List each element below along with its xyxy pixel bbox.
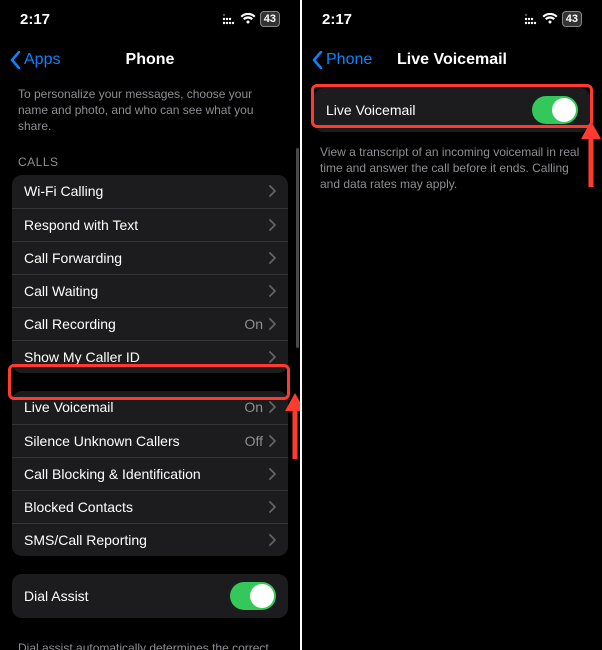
chevron-left-icon [312, 51, 323, 69]
chevron-right-icon [269, 468, 276, 480]
live-voicemail-group: Live Voicemail [314, 88, 590, 132]
status-right: 43 [524, 11, 582, 27]
dial-assist-toggle[interactable] [230, 582, 276, 610]
row-label: Show My Caller ID [24, 349, 269, 365]
row-call-recording[interactable]: Call RecordingOn [12, 307, 288, 340]
dual-sim-icon [524, 13, 538, 25]
chevron-right-icon [269, 219, 276, 231]
status-time: 2:17 [322, 11, 352, 28]
row-wi-fi-calling[interactable]: Wi-Fi Calling [12, 175, 288, 208]
back-button[interactable]: Apps [10, 51, 60, 69]
row-label: Respond with Text [24, 217, 269, 233]
row-value: On [244, 316, 263, 332]
nav-bar: Apps Phone [0, 38, 300, 82]
section-header-calls: CALLS [12, 147, 288, 175]
back-button[interactable]: Phone [312, 51, 372, 69]
wifi-icon [542, 13, 558, 25]
status-bar: 2:17 43 [0, 0, 300, 38]
scrollbar[interactable] [296, 148, 299, 348]
row-label: Live Voicemail [24, 399, 244, 415]
wifi-icon [240, 13, 256, 25]
settings-content: Live Voicemail View a transcript of an i… [302, 82, 602, 650]
screen-live-voicemail: 2:17 43 Phone Live Voicemail Live Voi [302, 0, 602, 650]
dial-assist-footer: Dial assist automatically determines the… [12, 636, 288, 650]
status-right: 43 [222, 11, 280, 27]
back-label: Phone [326, 51, 372, 69]
status-time: 2:17 [20, 11, 50, 28]
chevron-right-icon [269, 252, 276, 264]
live-voicemail-label: Live Voicemail [326, 102, 532, 118]
chevron-right-icon [269, 501, 276, 513]
battery-icon: 43 [562, 11, 582, 27]
row-label: Blocked Contacts [24, 499, 269, 515]
row-sms-call-reporting[interactable]: SMS/Call Reporting [12, 523, 288, 556]
settings-content: To personalize your messages, choose you… [0, 82, 300, 650]
nav-bar: Phone Live Voicemail [302, 38, 602, 82]
row-label: SMS/Call Reporting [24, 532, 269, 548]
dial-assist-label: Dial Assist [24, 588, 230, 604]
row-label: Call Waiting [24, 283, 269, 299]
row-blocked-contacts[interactable]: Blocked Contacts [12, 490, 288, 523]
row-label: Call Forwarding [24, 250, 269, 266]
chevron-right-icon [269, 534, 276, 546]
chevron-right-icon [269, 351, 276, 363]
chevron-right-icon [269, 285, 276, 297]
intro-text: To personalize your messages, choose you… [12, 82, 288, 147]
battery-icon: 43 [260, 11, 280, 27]
row-label: Call Recording [24, 316, 244, 332]
row-call-waiting[interactable]: Call Waiting [12, 274, 288, 307]
chevron-right-icon [269, 318, 276, 330]
dual-sim-icon [222, 13, 236, 25]
row-respond-with-text[interactable]: Respond with Text [12, 208, 288, 241]
chevron-right-icon [269, 185, 276, 197]
row-silence-unknown-callers[interactable]: Silence Unknown CallersOff [12, 424, 288, 457]
back-label: Apps [24, 51, 60, 69]
status-bar: 2:17 43 [302, 0, 602, 38]
screen-phone-settings: 2:17 43 Apps Phone To personalize your m… [0, 0, 300, 650]
dial-assist-row[interactable]: Dial Assist [12, 574, 288, 618]
voicemail-group: Live VoicemailOnSilence Unknown CallersO… [12, 391, 288, 556]
row-label: Wi-Fi Calling [24, 183, 269, 199]
row-live-voicemail[interactable]: Live VoicemailOn [12, 391, 288, 424]
dial-assist-group: Dial Assist [12, 574, 288, 618]
chevron-right-icon [269, 435, 276, 447]
live-voicemail-toggle[interactable] [532, 96, 578, 124]
chevron-right-icon [269, 401, 276, 413]
live-voicemail-row[interactable]: Live Voicemail [314, 88, 590, 132]
row-label: Silence Unknown Callers [24, 433, 245, 449]
row-label: Call Blocking & Identification [24, 466, 269, 482]
live-voicemail-footer: View a transcript of an incoming voicema… [314, 140, 590, 203]
row-call-blocking-identification[interactable]: Call Blocking & Identification [12, 457, 288, 490]
row-value: Off [245, 433, 263, 449]
row-value: On [244, 399, 263, 415]
chevron-left-icon [10, 51, 21, 69]
row-show-my-caller-id[interactable]: Show My Caller ID [12, 340, 288, 373]
row-call-forwarding[interactable]: Call Forwarding [12, 241, 288, 274]
calls-group: Wi-Fi Calling Respond with Text Call Forwa… [12, 175, 288, 373]
